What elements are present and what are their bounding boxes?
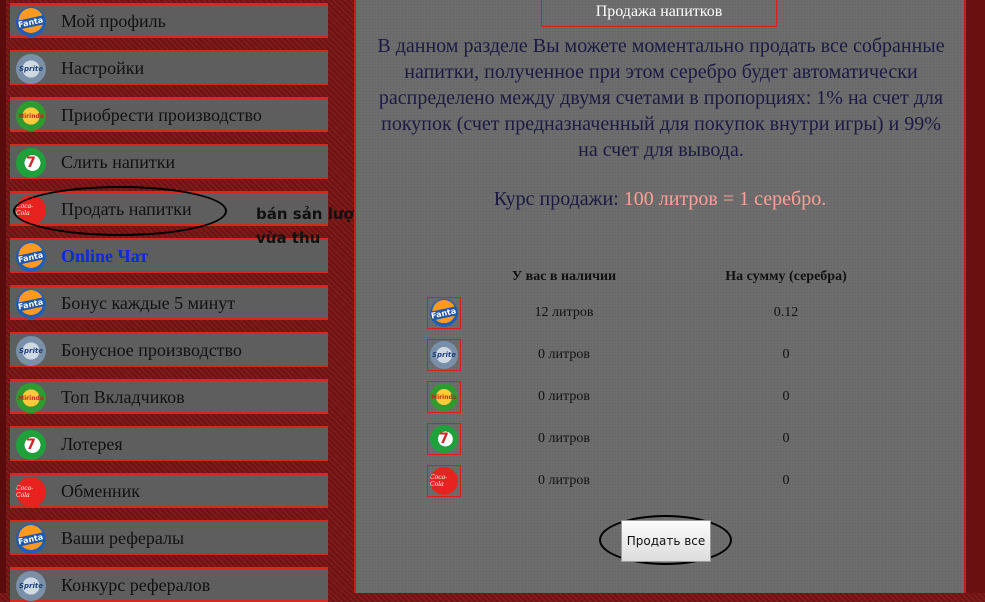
table-cell-sum: 0 [782, 347, 790, 362]
sidebar-item-bonus-5-min[interactable]: Fanta Бонус каждые 5 минут [10, 285, 328, 320]
sprite-icon: Sprite [16, 336, 46, 366]
fanta-icon: Fanta [16, 289, 46, 319]
column-header-available: У вас в наличии [511, 269, 617, 284]
fanta-icon: Fanta [16, 7, 46, 37]
mirinda-icon: Mirinda [16, 383, 46, 413]
mirinda-icon: Mirinda [430, 383, 458, 411]
table-row-icon: 7 [427, 423, 461, 455]
main-panel: Продажа напитков В данном разделе Вы мож… [354, 0, 966, 593]
fanta-icon: Fanta [16, 524, 46, 554]
sidebar-menu: Fanta Мой профиль Sprite Настройки Mirin… [0, 0, 340, 602]
sale-rate-label: Курс продажи: [493, 188, 619, 210]
sidebar-item-top-investors[interactable]: Mirinda Топ Вкладчиков [10, 379, 328, 414]
7up-icon: 7 [16, 430, 46, 460]
sidebar-item-label: Продать напитки [61, 199, 192, 219]
table-row-icon: Sprite [427, 339, 461, 371]
sidebar-item-bonus-production[interactable]: Sprite Бонусное производство [10, 332, 328, 367]
sidebar-item-referrals[interactable]: Fanta Ваши рефералы [10, 520, 328, 555]
table-cell-sum: 0.12 [773, 305, 799, 320]
sidebar-item-label: Обменник [61, 481, 141, 501]
sidebar-item-settings[interactable]: Sprite Настройки [10, 50, 328, 85]
table-cell-sum: 0 [782, 473, 790, 488]
table-cell-amount: 0 литров [538, 473, 590, 488]
mirinda-icon: Mirinda [16, 101, 46, 131]
sidebar-item-label: Ваши рефералы [61, 528, 185, 548]
table-row-icon: Coca-Cola [427, 465, 461, 497]
page-title: Продажа напитков [541, 0, 777, 27]
sidebar-item-label: Настройки [61, 58, 145, 78]
sale-rate-value: 100 литров = 1 серебро. [623, 188, 827, 210]
sidebar-item-label: Топ Вкладчиков [61, 387, 185, 407]
sidebar-item-label: Лотерея [61, 434, 123, 454]
7up-icon: 7 [430, 425, 458, 453]
table-row-icon: Mirinda [427, 381, 461, 413]
table-cell-sum: 0 [782, 431, 790, 446]
sidebar-item-label: Мой профиль [61, 11, 166, 31]
sidebar-rail [0, 0, 6, 593]
sidebar-item-label: Слить напитки [61, 152, 176, 172]
sale-rate: Курс продажи: 100 литров = 1 серебро. [356, 188, 964, 211]
sidebar-item-lottery[interactable]: 7 Лотерея [10, 426, 328, 461]
table-cell-amount: 0 литров [538, 347, 590, 362]
sprite-icon: Sprite [16, 571, 46, 601]
sidebar-item-my-profile[interactable]: Fanta Мой профиль [10, 3, 328, 38]
right-border [966, 0, 985, 593]
table-cell-amount: 0 литров [538, 389, 590, 404]
fanta-icon: Fanta [16, 242, 46, 272]
sidebar-item-label: Бонус каждые 5 минут [61, 293, 236, 313]
sidebar-item-exchanger[interactable]: Coca-Cola Обменник [10, 473, 328, 508]
sell-all-button[interactable]: Продать все [621, 520, 711, 562]
sidebar-item-buy-production[interactable]: Mirinda Приобрести производство [10, 97, 328, 132]
fanta-icon: Fanta [430, 299, 458, 327]
7up-icon: 7 [16, 148, 46, 178]
sidebar-item-label: Online Чат [61, 246, 149, 266]
sprite-icon: Sprite [430, 341, 458, 369]
section-description: В данном разделе Вы можете моментально п… [377, 35, 945, 161]
column-header-sum: На сумму (серебра) [725, 269, 847, 284]
sprite-icon: Sprite [16, 54, 46, 84]
sidebar-item-label: Приобрести производство [61, 105, 262, 125]
sidebar-item-referral-contest[interactable]: Sprite Конкурс рефералов [10, 567, 328, 602]
sidebar-item-label: Бонусное производство [61, 340, 242, 360]
coca-cola-icon: Coca-Cola [16, 195, 46, 225]
sidebar-item-drain-drinks[interactable]: 7 Слить напитки [10, 144, 328, 179]
table-cell-sum: 0 [782, 389, 790, 404]
coca-cola-icon: Coca-Cola [430, 467, 458, 495]
coca-cola-icon: Coca-Cola [16, 477, 46, 507]
table-cell-amount: 0 литров [538, 431, 590, 446]
table-row-icon: Fanta [427, 297, 461, 329]
table-cell-amount: 12 литров [534, 305, 594, 320]
